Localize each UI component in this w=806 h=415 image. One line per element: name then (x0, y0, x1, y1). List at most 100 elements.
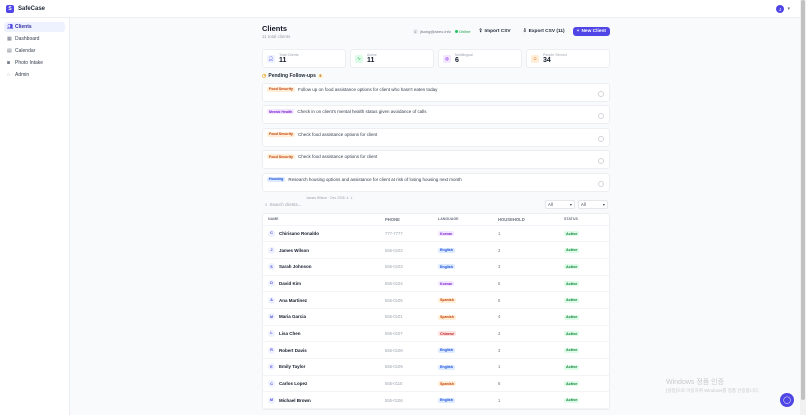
table-header: NAME PHONE LANGUAGE HOUSEHOLD STATUS (263, 214, 609, 226)
client-avatar: S (268, 263, 275, 271)
table-row[interactable]: D David Kim 555-0104 Korean 5 Active (263, 276, 609, 293)
client-language-cell: Korean (438, 231, 498, 237)
calendar-icon: ▤ (7, 48, 12, 54)
followup-category-tag: Food Security (267, 131, 295, 137)
client-name[interactable]: Carlos Lopez (279, 381, 307, 386)
client-name[interactable]: Sarah Johnson (279, 264, 312, 269)
followup-complete-checkbox[interactable] (598, 158, 604, 164)
export-csv-button[interactable]: ⇩ Export CSV (11) (519, 27, 569, 36)
filters-bar: ⌕ Search clients... All ▾ All ▾ (262, 199, 610, 209)
client-name[interactable]: Robert Davis (279, 348, 307, 353)
language-badge: Korean (438, 281, 455, 287)
client-status-cell: Active (564, 397, 604, 403)
client-name[interactable]: Emily Taylor (279, 364, 305, 369)
stat-value: 34 (543, 56, 551, 64)
online-dot-icon (454, 30, 458, 33)
followup-complete-checkbox[interactable] (598, 90, 604, 97)
language-badge: Spanish (438, 297, 456, 303)
sidebar-item-photo-intake[interactable]: ◙ Photo Intake (4, 58, 65, 68)
followup-complete-checkbox[interactable] (598, 113, 604, 119)
stat-card: ◍ Multilingual 6 (438, 49, 522, 68)
client-status-cell: Active (564, 347, 604, 353)
status-badge: Active (564, 264, 580, 270)
followup-card[interactable]: Housing Research housing options and assi… (262, 172, 610, 200)
followups-list: Food Security Follow up on food assistanc… (262, 82, 610, 200)
followup-text: Research housing options and assistance … (288, 176, 462, 182)
language-badge: English (438, 364, 455, 370)
followup-card[interactable]: Food Security Follow up on food assistanc… (262, 82, 610, 110)
client-status-cell: Active (564, 314, 604, 320)
table-row[interactable]: A Ana Martinez 555-0105 Spanish 5 Active (263, 292, 609, 309)
followup-category-tag: Housing (267, 176, 286, 182)
client-language-cell: Spanish (438, 297, 498, 303)
client-household: 1 (498, 364, 501, 370)
sidebar-item-admin[interactable]: ◌ Admin (4, 70, 65, 80)
status-badge: Active (564, 297, 580, 303)
table-row[interactable]: E Emily Taylor 555-0109 English 1 Active (263, 359, 609, 376)
client-name[interactable]: James Wilson (279, 248, 309, 253)
client-name[interactable]: Ana Martinez (279, 298, 307, 303)
table-row[interactable]: C Chirisano Ronaldo 777-7777 Korean 1 Active (263, 226, 609, 243)
client-name[interactable]: Chirisano Ronaldo (279, 231, 319, 236)
language-badge: English (438, 264, 455, 270)
language-badge: Korean (438, 231, 455, 237)
client-language-cell: Chinese (438, 331, 498, 337)
table-row[interactable]: J James Wilson 555-0102 English 2 Active (263, 242, 609, 259)
page-scrollbar[interactable] (800, 0, 806, 415)
table-body: C Chirisano Ronaldo 777-7777 Korean 1 Active J… (263, 226, 609, 410)
client-phone: 555-0101 (385, 314, 403, 320)
client-name[interactable]: Lisa Chen (279, 331, 301, 336)
followup-card[interactable]: Mental Health Check in on client's mental… (262, 105, 610, 132)
pulse-icon: ∿ (355, 54, 363, 63)
user-avatar[interactable]: J (776, 5, 784, 13)
sidebar-item-clients[interactable]: 👥︎ Clients (4, 22, 65, 32)
table-row[interactable]: M Michael Brown 555-0106 English 1 Active (263, 392, 609, 410)
client-avatar: J (268, 246, 275, 254)
table-row[interactable]: M Maria Garcia 555-0101 Spanish 4 Active (263, 309, 609, 326)
camera-icon: ◙ (7, 60, 11, 66)
followup-category-tag: Mental Health (267, 109, 295, 114)
chevron-down-icon[interactable]: ▾ (787, 6, 790, 12)
table-row[interactable]: S Sarah Johnson 555-0103 English 3 Active (263, 259, 609, 276)
status-badge: Active (564, 397, 580, 403)
search-input[interactable]: ⌕ Search clients... (262, 200, 542, 209)
col-name[interactable]: NAME (263, 217, 385, 221)
app-name: SafeCase (18, 5, 46, 12)
client-language-cell: English (438, 364, 498, 370)
table-row[interactable]: R Robert Davis 555-0108 English 3 Active (263, 342, 609, 359)
client-name[interactable]: Maria Garcia (279, 314, 306, 319)
plus-icon: + (576, 29, 580, 34)
shield-icon: ◌ (7, 72, 10, 78)
table-row[interactable]: C Carlos Lopez 555-0110 Spanish 6 Active (263, 376, 609, 393)
col-language[interactable]: LANGUAGE (438, 217, 498, 221)
status-filter-select[interactable]: All ▾ (545, 199, 575, 209)
client-status-cell: Active (564, 381, 604, 387)
language-filter-select[interactable]: All ▾ (578, 199, 608, 209)
client-language-cell: English (438, 347, 498, 353)
client-household: 5 (498, 280, 501, 286)
sidebar-item-dashboard[interactable]: ▦ Dashboard (4, 34, 65, 44)
scrollbar-thumb[interactable] (801, 0, 805, 400)
import-csv-button[interactable]: ⇪ Import CSV (474, 27, 514, 36)
client-household: 1 (498, 397, 501, 403)
client-name-cell: J James Wilson (263, 246, 385, 254)
client-household: 3 (498, 347, 501, 353)
watermark-line1: Windows 정품 인증 (666, 379, 725, 386)
client-name-cell: M Maria Garcia (263, 313, 385, 321)
status-badge: Active (564, 231, 580, 237)
client-name[interactable]: David Kim (279, 281, 301, 286)
col-household[interactable]: HOUSEHOLD (498, 217, 564, 222)
chat-help-button[interactable]: ◯ (780, 393, 794, 407)
followup-complete-checkbox[interactable] (598, 135, 604, 142)
table-row[interactable]: L Lisa Chen 555-0107 Chinese 2 Active (263, 326, 609, 343)
followup-card[interactable]: Food Security Check food assistance optio… (262, 150, 610, 177)
client-name-cell: L Lisa Chen (263, 329, 385, 337)
col-status[interactable]: STATUS (564, 217, 604, 221)
followup-complete-checkbox[interactable] (598, 180, 604, 187)
followup-card[interactable]: Food Security Check food assistance optio… (262, 127, 610, 155)
sidebar-item-calendar[interactable]: ▤ Calendar (4, 46, 65, 56)
col-phone[interactable]: PHONE (385, 217, 438, 222)
followups-count-badge: 5 (317, 74, 323, 78)
client-name[interactable]: Michael Brown (279, 398, 311, 403)
new-client-button[interactable]: + New Client (572, 27, 610, 36)
